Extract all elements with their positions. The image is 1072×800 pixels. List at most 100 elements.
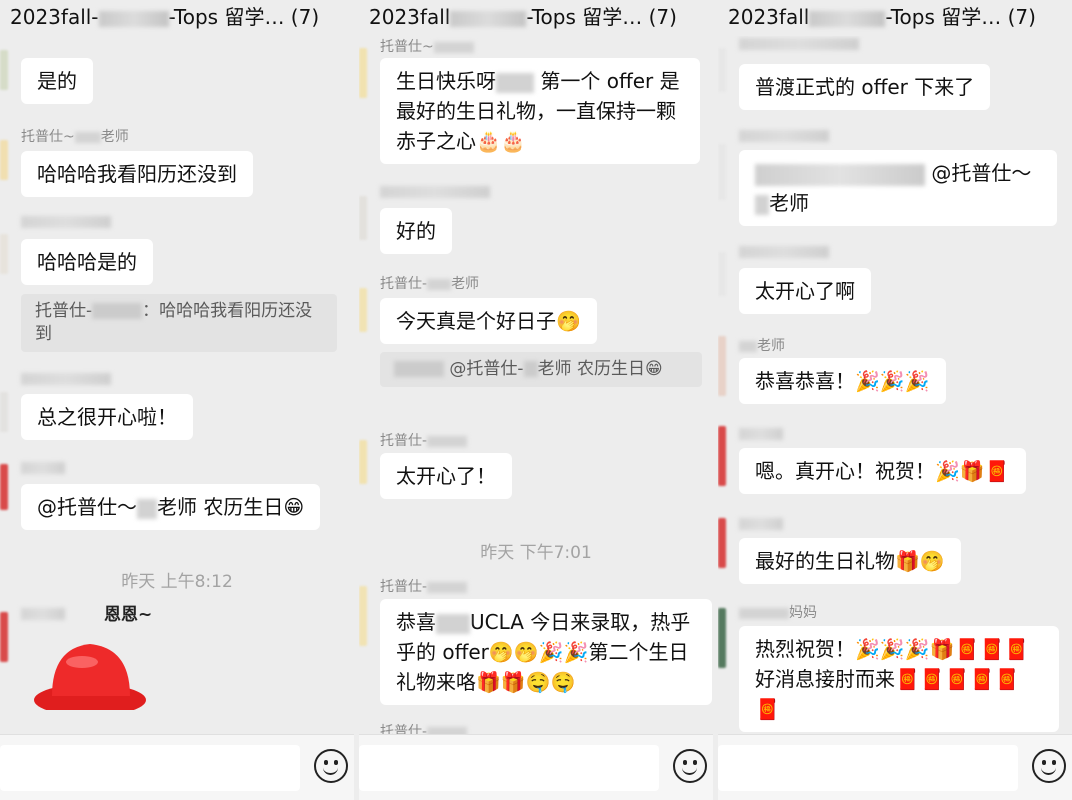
sender-name-redacted bbox=[21, 462, 65, 474]
redacted-name bbox=[523, 361, 538, 377]
message-text: 生日快乐呀 bbox=[396, 69, 496, 93]
message-bubble[interactable]: 普渡正式的 offer 下来了 bbox=[739, 64, 991, 110]
message-input[interactable] bbox=[0, 745, 300, 791]
message-list[interactable]: 普渡正式的 offer 下来了 @托普仕～老师 太开心了啊 老师 恭喜恭喜！🎉🎉… bbox=[718, 36, 1072, 734]
avatar[interactable] bbox=[0, 392, 8, 432]
input-bar bbox=[0, 734, 354, 800]
eye bbox=[1052, 760, 1056, 765]
chat-title-text: 2023fall- bbox=[10, 5, 99, 29]
chat-panel-3: 2023fall -Tops 留学… (7) 普渡正式的 offer 下来了 @托… bbox=[718, 0, 1072, 800]
avatar[interactable] bbox=[0, 50, 8, 90]
message-bubble[interactable]: 恭喜恭喜！🎉🎉🎉 bbox=[739, 358, 946, 404]
message-text: 是的 bbox=[37, 69, 77, 93]
avatar[interactable] bbox=[359, 288, 367, 332]
chat-title[interactable]: 2023fall -Tops 留学… (7) bbox=[718, 0, 1072, 36]
quoted-message[interactable]: 托普仕- ：哈哈哈我看阳历还没到 bbox=[21, 294, 337, 352]
quoted-message[interactable]: @托普仕- 老师 农历生日😁 bbox=[380, 352, 702, 387]
message-bubble[interactable]: 太开心了！ bbox=[380, 453, 512, 499]
shy-emoji-icon: 🤭 bbox=[556, 309, 581, 333]
message-text: 哈哈哈我看阳历还没到 bbox=[37, 162, 237, 186]
sender-name-redacted bbox=[739, 246, 829, 258]
smiley-face-icon[interactable] bbox=[673, 749, 707, 783]
avatar[interactable] bbox=[718, 426, 726, 486]
input-bar bbox=[718, 734, 1072, 800]
message-bubble[interactable]: @托普仕～ 老师 农历生日😁 bbox=[21, 484, 321, 530]
message-bubble[interactable]: 哈哈哈是的 bbox=[21, 239, 153, 285]
redacted-name bbox=[394, 361, 444, 377]
message-text: 好的 bbox=[396, 219, 436, 243]
sender-name-redacted bbox=[739, 518, 783, 530]
message-bubble[interactable]: 总之很开心啦！ bbox=[21, 394, 193, 440]
quote-text: @托普仕- bbox=[449, 359, 524, 379]
message-bubble[interactable]: 是的 bbox=[21, 58, 93, 104]
avatar[interactable] bbox=[0, 612, 8, 662]
smiley-face-icon[interactable] bbox=[1032, 749, 1066, 783]
redacted-name bbox=[98, 10, 169, 27]
celebration-emoji-icon: 🎉🎁🧧 bbox=[935, 459, 1010, 483]
gift-emoji-icon: 🎁🎁🤤🤤 bbox=[476, 670, 576, 694]
avatar[interactable] bbox=[359, 196, 367, 240]
avatar[interactable] bbox=[359, 48, 367, 98]
sender-name: 托普仕- bbox=[380, 576, 468, 596]
grin-emoji-icon: 😁 bbox=[644, 359, 663, 379]
eye bbox=[324, 760, 328, 765]
avatar[interactable] bbox=[0, 234, 8, 274]
sender-name-text: 托普仕~ bbox=[380, 39, 434, 55]
message-input[interactable] bbox=[359, 745, 659, 791]
chat-panel-1: 2023fall- -Tops 留学… (7) 是的 托普仕~ 老师 哈哈哈我看阳历… bbox=[0, 0, 354, 800]
avatar[interactable] bbox=[718, 608, 726, 668]
sender-name: 托普仕~ bbox=[380, 36, 474, 56]
sticker-image[interactable]: 恩恩~ bbox=[32, 600, 162, 716]
celebration-emoji-icon: 🎉🎉🎉🎁🧧🧧🧧 bbox=[855, 637, 1030, 661]
message-bubble[interactable]: 最好的生日礼物🎁🤭 bbox=[739, 538, 961, 584]
smiley-face-icon[interactable] bbox=[314, 749, 348, 783]
sender-name-suffix: 老师 bbox=[100, 129, 129, 145]
timestamp: 昨天 下午7:01 bbox=[480, 543, 592, 563]
avatar[interactable] bbox=[718, 518, 726, 568]
message-text: 最好的生日礼物 bbox=[755, 549, 895, 573]
chat-title[interactable]: 2023fall -Tops 留学… (7) bbox=[359, 0, 713, 36]
input-bar bbox=[359, 734, 713, 800]
sender-name-text: 托普仕- bbox=[380, 724, 428, 734]
mention-text: @托普仕～ bbox=[931, 161, 1032, 185]
message-text: 恭喜恭喜！ bbox=[755, 369, 855, 393]
avatar[interactable] bbox=[359, 586, 367, 646]
avatar[interactable] bbox=[718, 48, 726, 92]
message-text: 今天真是个好日子 bbox=[396, 309, 556, 333]
message-bubble[interactable]: 热烈祝贺！🎉🎉🎉🎁🧧🧧🧧好消息接肘而来🧧🧧🧧🧧🧧🧧 bbox=[739, 626, 1059, 732]
eye bbox=[1042, 760, 1046, 765]
message-bubble[interactable]: 嗯。真开心！祝贺！🎉🎁🧧 bbox=[739, 448, 1026, 494]
sender-name: 妈妈 bbox=[739, 602, 817, 622]
avatar[interactable] bbox=[0, 140, 8, 180]
party-popper-emoji-icon: 🎉🎉🎉 bbox=[855, 369, 930, 393]
avatar[interactable] bbox=[718, 252, 726, 296]
redacted-name bbox=[137, 498, 157, 519]
redacted-name bbox=[74, 131, 101, 143]
redacted-name bbox=[436, 613, 470, 634]
message-bubble[interactable]: 好的 bbox=[380, 208, 452, 254]
message-list[interactable]: 托普仕~ 生日快乐呀 第一个 offer 是最好的生日礼物，一直保持一颗赤子之心… bbox=[359, 36, 713, 734]
message-bubble[interactable]: 生日快乐呀 第一个 offer 是最好的生日礼物，一直保持一颗赤子之心🎂🎂 bbox=[380, 58, 700, 164]
sender-name-redacted bbox=[21, 216, 111, 228]
avatar[interactable] bbox=[718, 144, 726, 200]
message-bubble[interactable]: 哈哈哈我看阳历还没到 bbox=[21, 151, 253, 197]
redacted-name bbox=[809, 10, 886, 27]
chat-title[interactable]: 2023fall- -Tops 留学… (7) bbox=[0, 0, 354, 36]
chat-title-text: 2023fall bbox=[369, 5, 451, 29]
avatar[interactable] bbox=[359, 440, 367, 484]
message-input[interactable] bbox=[718, 745, 1018, 791]
message-text: 太开心了！ bbox=[396, 464, 496, 488]
sender-name-text: 托普仕- bbox=[380, 579, 428, 595]
message-bubble[interactable]: @托普仕～ 老师 bbox=[739, 150, 1057, 226]
sender-name: 托普仕~ 老师 bbox=[21, 126, 129, 146]
avatar[interactable] bbox=[718, 336, 726, 396]
sender-name-redacted bbox=[739, 130, 829, 142]
message-bubble[interactable]: 今天真是个好日子🤭 bbox=[380, 298, 597, 344]
avatar[interactable] bbox=[0, 464, 8, 510]
message-bubble[interactable]: 恭喜 UCLA 今日来录取，热乎乎的 offer🤭🤭🎉🎉第二个生日礼物来咯🎁🎁🤤🤤 bbox=[380, 599, 712, 705]
message-bubble[interactable]: 太开心了啊 bbox=[739, 268, 871, 314]
message-text: 太开心了啊 bbox=[755, 279, 855, 303]
sender-name-redacted bbox=[21, 373, 111, 385]
sender-name: 托普仕- 老师 bbox=[380, 273, 479, 293]
redacted-name bbox=[496, 72, 534, 93]
